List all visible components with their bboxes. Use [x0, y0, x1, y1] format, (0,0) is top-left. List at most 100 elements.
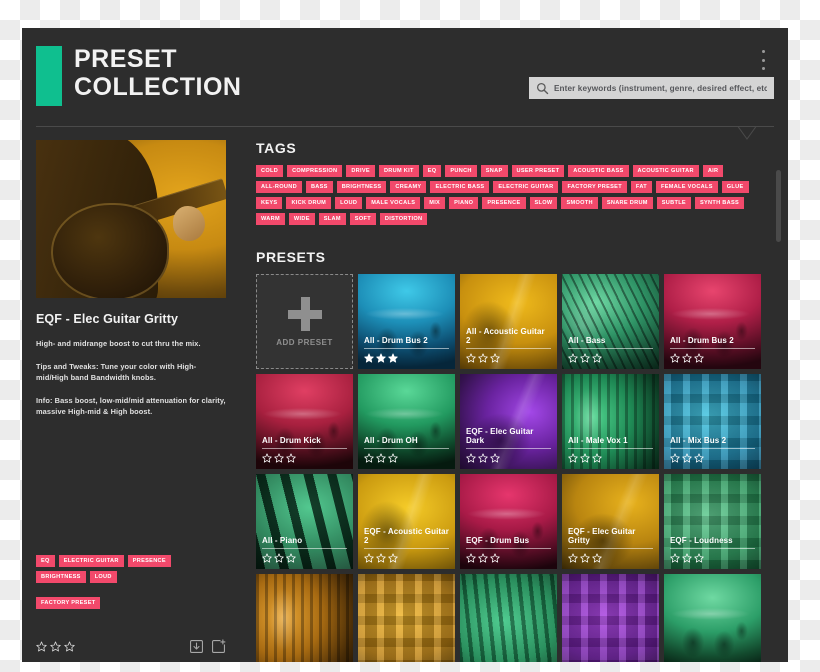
star-icon-empty[interactable]: [592, 453, 602, 463]
star-icon-empty[interactable]: [388, 453, 398, 463]
preset-card[interactable]: All - Drum Bus 2: [664, 274, 761, 370]
filter-tag[interactable]: DISTORTION: [379, 213, 428, 226]
filter-tag[interactable]: SMOOTH: [561, 197, 598, 210]
star-icon-empty[interactable]: [568, 353, 578, 363]
star-icon-empty[interactable]: [274, 453, 284, 463]
preset-tag[interactable]: BRIGHTNESS: [36, 571, 86, 584]
star-icon-empty[interactable]: [682, 453, 692, 463]
star-icon-empty[interactable]: [670, 553, 680, 563]
filter-tag[interactable]: ELECTRIC GUITAR: [493, 181, 559, 194]
star-icon-empty[interactable]: [568, 553, 578, 563]
add-to-collection-icon[interactable]: [211, 639, 226, 654]
filter-tag[interactable]: PRESENCE: [482, 197, 526, 210]
star-icon-empty[interactable]: [388, 553, 398, 563]
filter-tag[interactable]: AIR: [702, 165, 724, 178]
filter-tag[interactable]: FAT: [630, 181, 652, 194]
preset-card[interactable]: [664, 574, 761, 662]
preset-tag[interactable]: ELECTRIC GUITAR: [58, 555, 124, 568]
star-icon-filled[interactable]: [376, 353, 386, 363]
star-icon-empty[interactable]: [376, 553, 386, 563]
star-icon-filled[interactable]: [364, 353, 374, 363]
preset-card-rating[interactable]: [364, 553, 449, 563]
preset-card[interactable]: All - Mix Bus 2: [664, 374, 761, 470]
filter-tag[interactable]: GLUE: [721, 181, 749, 194]
filter-tag[interactable]: WARM: [256, 213, 285, 226]
star-icon-empty[interactable]: [580, 353, 590, 363]
preset-card-rating[interactable]: [568, 353, 653, 363]
filter-tag[interactable]: ACOUSTIC GUITAR: [632, 165, 699, 178]
filter-tag[interactable]: SNAP: [480, 165, 508, 178]
star-icon-empty[interactable]: [274, 553, 284, 563]
filter-tag[interactable]: LOUD: [335, 197, 363, 210]
preset-card[interactable]: All - Male Vox 1: [562, 374, 659, 470]
filter-tag[interactable]: MIX: [424, 197, 446, 210]
search-bar[interactable]: [529, 77, 774, 99]
filter-tag[interactable]: ELECTRIC BASS: [430, 181, 490, 194]
preset-card[interactable]: EQF - Acoustic Guitar 2: [358, 474, 455, 570]
preset-card-rating[interactable]: [262, 553, 347, 563]
star-icon-empty[interactable]: [682, 553, 692, 563]
star-icon-empty[interactable]: [694, 553, 704, 563]
star-icon-empty[interactable]: [50, 641, 61, 652]
preset-card[interactable]: All - Piano: [256, 474, 353, 570]
filter-tag[interactable]: SLAM: [318, 213, 346, 226]
star-icon-empty[interactable]: [670, 453, 680, 463]
preset-card-rating[interactable]: [364, 453, 449, 463]
preset-card[interactable]: All - Drum Kick: [256, 374, 353, 470]
star-icon-empty[interactable]: [286, 453, 296, 463]
filter-tag[interactable]: SYNTH BASS: [694, 197, 745, 210]
filter-tag[interactable]: KICK DRUM: [286, 197, 332, 210]
star-icon-empty[interactable]: [580, 553, 590, 563]
filter-tag[interactable]: CREAMY: [390, 181, 427, 194]
star-icon-empty[interactable]: [376, 453, 386, 463]
star-icon-empty[interactable]: [490, 453, 500, 463]
star-icon-empty[interactable]: [262, 553, 272, 563]
filter-tag[interactable]: SNARE DRUM: [601, 197, 653, 210]
preset-card-rating[interactable]: [568, 453, 653, 463]
filter-tag[interactable]: USER PRESET: [511, 165, 565, 178]
preset-tag[interactable]: EQ: [36, 555, 55, 568]
rating-stars[interactable]: [36, 641, 75, 652]
star-icon-empty[interactable]: [466, 353, 476, 363]
preset-card[interactable]: All - Acoustic Guitar 2: [460, 274, 557, 370]
filter-tag[interactable]: WIDE: [288, 213, 315, 226]
filter-tag[interactable]: COLD: [256, 165, 284, 178]
star-icon-empty[interactable]: [490, 553, 500, 563]
star-icon-empty[interactable]: [466, 453, 476, 463]
preset-card[interactable]: [358, 574, 455, 662]
preset-card[interactable]: EQF - Elec Guitar Dark: [460, 374, 557, 470]
filter-tag[interactable]: EQ: [422, 165, 442, 178]
preset-card-rating[interactable]: [670, 453, 755, 463]
filter-tag[interactable]: ALL-ROUND: [256, 181, 302, 194]
star-icon-filled[interactable]: [388, 353, 398, 363]
preset-card-rating[interactable]: [568, 553, 653, 563]
scrollbar-track[interactable]: [776, 170, 781, 642]
filter-tag[interactable]: FACTORY PRESET: [562, 181, 627, 194]
kebab-menu-icon[interactable]: [754, 46, 772, 74]
star-icon-empty[interactable]: [682, 353, 692, 363]
preset-card-rating[interactable]: [670, 553, 755, 563]
preset-card-rating[interactable]: [466, 353, 551, 363]
preset-tag[interactable]: LOUD: [89, 571, 117, 584]
preset-card-rating[interactable]: [670, 353, 755, 363]
star-icon-empty[interactable]: [478, 553, 488, 563]
preset-tag[interactable]: FACTORY PRESET: [36, 597, 101, 610]
star-icon-empty[interactable]: [592, 553, 602, 563]
star-icon-empty[interactable]: [568, 453, 578, 463]
preset-card-rating[interactable]: [364, 353, 449, 363]
filter-tag[interactable]: BRIGHTNESS: [336, 181, 387, 194]
star-icon-empty[interactable]: [490, 353, 500, 363]
preset-card-rating[interactable]: [262, 453, 347, 463]
preset-card[interactable]: All - Drum Bus 2: [358, 274, 455, 370]
add-preset-button[interactable]: ADD PRESET: [256, 274, 353, 370]
preset-card[interactable]: All - Drum OH: [358, 374, 455, 470]
filter-tag[interactable]: FEMALE VOCALS: [655, 181, 718, 194]
preset-card-rating[interactable]: [466, 453, 551, 463]
filter-tag[interactable]: PUNCH: [445, 165, 477, 178]
preset-card[interactable]: EQF - Drum Bus: [460, 474, 557, 570]
star-icon-empty[interactable]: [466, 553, 476, 563]
filter-tag[interactable]: SLOW: [529, 197, 558, 210]
star-icon-empty[interactable]: [580, 453, 590, 463]
preset-card[interactable]: EQF - Elec Guitar Gritty: [562, 474, 659, 570]
filter-tag[interactable]: MALE VOCALS: [366, 197, 421, 210]
